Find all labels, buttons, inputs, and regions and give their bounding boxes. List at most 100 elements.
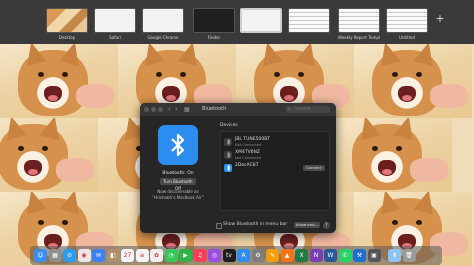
- search-icon: ⌕: [288, 106, 291, 112]
- shiba-dog-image: [18, 44, 88, 116]
- show-all-grid-icon[interactable]: ▦: [184, 106, 190, 113]
- app-store-icon[interactable]: A: [237, 249, 250, 262]
- dog-ear: [39, 118, 65, 141]
- show-in-menu-bar-option[interactable]: Show Bluetooth in menu bar: [216, 222, 296, 229]
- word-icon[interactable]: W: [324, 249, 337, 262]
- screen: Desktop Safari Google Chrome Finder Weekly R…: [0, 0, 474, 266]
- hand-image: [76, 84, 114, 108]
- show-in-menu-bar-label: Show Bluetooth in menu bar: [223, 222, 288, 227]
- add-space-button[interactable]: +: [434, 13, 446, 25]
- facetime-icon[interactable]: ▶: [179, 249, 192, 262]
- space-label: Untitled: [399, 35, 415, 40]
- device-row[interactable]: 2DecAC87 Connect: [221, 162, 329, 174]
- devices-header: Devices: [220, 123, 238, 128]
- space-label: Weekly Report Template: [338, 35, 380, 40]
- space-thumbnail[interactable]: Desktop: [46, 8, 88, 44]
- bluetooth-status-text: Bluetooth: On: [162, 171, 194, 176]
- device-status: Not Connected: [235, 142, 262, 147]
- bluetooth-preferences-window: ‹ › ▦ Bluetooth ⌕ Bluetooth: On Turn Blu…: [140, 103, 336, 233]
- contacts-icon[interactable]: ◧: [106, 249, 120, 262]
- excel-icon[interactable]: X: [295, 249, 308, 262]
- dog-ear: [375, 44, 401, 67]
- hand-image: [430, 84, 468, 108]
- space-preview: [240, 8, 282, 33]
- minimize-window-button[interactable]: [151, 107, 156, 112]
- vlc-icon[interactable]: ▲: [280, 249, 294, 262]
- devices-list[interactable]: JBL TUNE500BT Not Connected XM4TV6NZ Not Co…: [220, 131, 330, 211]
- onenote-icon[interactable]: N: [309, 249, 323, 262]
- downloads-icon[interactable]: ⬇: [388, 249, 401, 262]
- space-thumbnail[interactable]: Weekly Report Template: [338, 8, 380, 44]
- xcode-icon[interactable]: ⚒: [353, 249, 366, 262]
- dog-eye: [42, 146, 48, 151]
- space-preview: [193, 8, 235, 33]
- forward-arrow-icon[interactable]: ›: [175, 105, 178, 113]
- dog-ear: [393, 118, 419, 141]
- show-in-menu-bar-checkbox[interactable]: [216, 223, 222, 229]
- dog-ear: [413, 44, 439, 67]
- back-arrow-icon[interactable]: ‹: [168, 105, 171, 113]
- dog-eye: [274, 72, 280, 77]
- dog-tongue: [166, 95, 176, 101]
- wallpaper-tile: [354, 44, 472, 118]
- dog-eye: [18, 146, 24, 151]
- pages-icon[interactable]: ✎: [266, 249, 279, 262]
- turn-bluetooth-off-button[interactable]: Turn Bluetooth Off: [160, 178, 196, 191]
- dog-tongue: [382, 169, 392, 175]
- screenshot-icon[interactable]: ▣: [367, 249, 381, 262]
- calendar-icon[interactable]: 27: [121, 249, 134, 262]
- space-thumbnail[interactable]: Google Chrome: [142, 8, 184, 44]
- help-button[interactable]: ?: [323, 222, 330, 229]
- hand-image: [56, 158, 94, 182]
- photos-icon[interactable]: ✿: [150, 249, 163, 262]
- device-name: JBL TUNE500BT: [235, 137, 271, 142]
- zoom-window-button[interactable]: [158, 107, 163, 112]
- music-icon[interactable]: ♫: [193, 249, 207, 262]
- device-row[interactable]: JBL TUNE500BT Not Connected: [221, 136, 329, 148]
- safari-icon[interactable]: ⊘: [63, 249, 76, 262]
- launchpad-icon[interactable]: ▦: [48, 249, 62, 262]
- close-window-button[interactable]: [144, 107, 149, 112]
- space-label: Finder: [207, 35, 221, 40]
- chrome-icon[interactable]: ◉: [77, 249, 91, 262]
- dog-ear: [21, 192, 47, 215]
- space-preview: [142, 8, 184, 33]
- search-input[interactable]: [295, 106, 328, 113]
- device-row[interactable]: XM4TV6NZ Not Connected: [221, 149, 329, 161]
- plus-icon: +: [435, 12, 445, 25]
- dog-mouth: [378, 160, 396, 176]
- shiba-dog-image: [0, 118, 68, 190]
- space-thumbnail[interactable]: [240, 8, 282, 44]
- tv-icon[interactable]: tv: [222, 249, 236, 262]
- space-thumbnail[interactable]: Finder: [193, 8, 235, 44]
- system-preferences-icon[interactable]: ⚙: [251, 249, 265, 262]
- mail-icon[interactable]: ✉: [92, 249, 105, 262]
- dog-eye: [62, 220, 68, 225]
- space-thumbnail[interactable]: Safari: [94, 8, 136, 44]
- advanced-button[interactable]: Advanced...: [294, 222, 320, 228]
- connect-button[interactable]: Connect: [303, 165, 325, 171]
- dog-ear: [59, 44, 85, 67]
- dog-eye: [156, 72, 162, 77]
- dog-tongue: [402, 95, 412, 101]
- space-thumbnail[interactable]: [288, 8, 330, 44]
- trash-icon[interactable]: 🗑: [402, 249, 416, 262]
- podcasts-icon[interactable]: ◎: [208, 249, 221, 262]
- reminders-icon[interactable]: ≡: [135, 249, 149, 262]
- dog-mouth: [162, 86, 180, 102]
- dog-tongue: [284, 95, 294, 101]
- dog-ear: [139, 44, 165, 67]
- wallpaper-tile: [334, 118, 452, 192]
- space-preview: [288, 8, 330, 33]
- dog-mouth: [280, 86, 298, 102]
- messages-icon[interactable]: ◔: [164, 249, 178, 262]
- wallpaper-tile: [0, 44, 118, 118]
- dog-mouth: [398, 86, 416, 102]
- space-thumbnail[interactable]: Untitled: [386, 8, 428, 44]
- device-name: XM4TV6NZ: [235, 150, 260, 155]
- dog-eye: [392, 72, 398, 77]
- search-field[interactable]: ⌕: [286, 106, 330, 113]
- whatsapp-icon[interactable]: ✆: [338, 249, 352, 262]
- space-preview: [94, 8, 136, 33]
- finder-icon[interactable]: ☺: [34, 249, 47, 262]
